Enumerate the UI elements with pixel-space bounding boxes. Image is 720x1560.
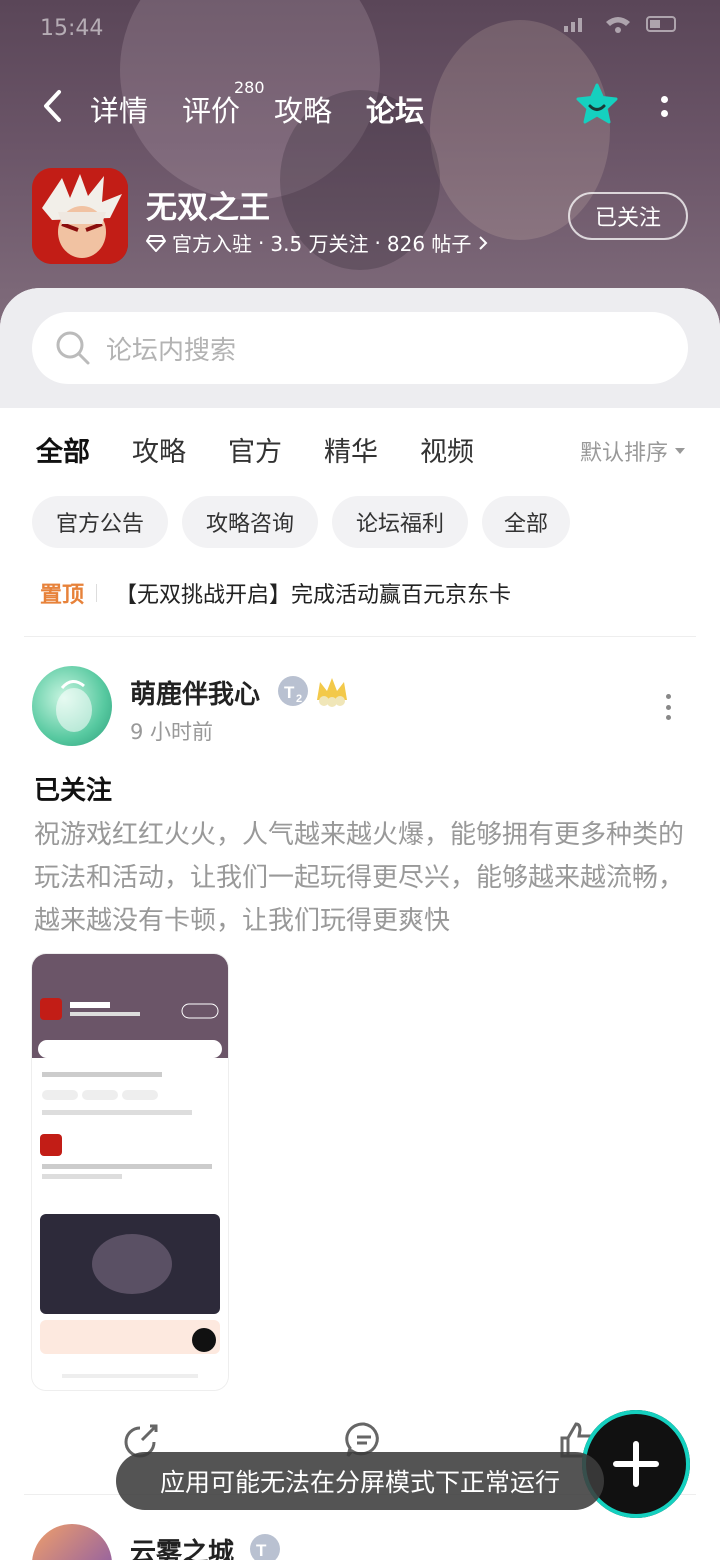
chip-all[interactable]: 全部 [482,496,570,548]
screenshot-thumbnail [32,954,228,1390]
game-meta[interactable]: 官方入驻 · 3.5 万关注 · 826 帖子 [146,228,489,257]
avatar-art [56,680,92,732]
pinned-tag: 置顶 [40,583,85,608]
more-menu-button[interactable] [650,88,678,124]
avatar[interactable] [32,666,112,746]
search-icon [56,331,90,365]
pinned-title: 【无双挑战开启】完成活动赢百元京东卡 [115,583,512,608]
pinned-post[interactable]: 置顶 【无双挑战开启】完成活动赢百元京东卡 [40,578,690,608]
chevron-left-icon [44,90,61,122]
battery-icon [646,16,676,32]
chip-forum-perks[interactable]: 论坛福利 [332,496,468,548]
meta-separator: · [258,230,265,255]
wifi-icon [606,17,630,33]
filter-tab-video[interactable]: 视频 [420,430,474,469]
status-bar: 15:44 [0,0,720,60]
plus-icon [613,1441,659,1487]
followers-count: 3.5 万关注 [270,232,369,256]
signal-icon [564,18,582,32]
tab-guides[interactable]: 攻略 [274,88,332,130]
dot [665,704,671,710]
post-image[interactable] [32,954,228,1390]
chip-guide-help[interactable]: 攻略咨询 [182,496,318,548]
filter-tab-official[interactable]: 官方 [228,430,282,469]
chevron-right-icon [479,235,488,250]
diamond-icon [146,234,166,252]
post-author[interactable]: 萌鹿伴我心 [130,674,260,711]
back-button[interactable] [34,86,70,126]
favorite-button[interactable] [574,82,620,128]
forum-screen: { "status_bar": {"time": "15:44"}, "nav"… [0,0,720,1560]
post-body[interactable]: 祝游戏红红火火，人气越来越火爆，能够拥有更多种类的玩法和活动，让我们一起玩得更尽… [34,814,684,943]
tab-forum[interactable]: 论坛 [364,88,427,136]
filter-tab-label: 全部 [36,437,90,468]
level-icon: T2 [278,676,308,706]
dot [660,109,668,117]
search-input[interactable]: 论坛内搜索 [32,312,688,384]
level-icon: T [250,1534,280,1560]
svg-text:T: T [284,683,295,702]
top-nav: 详情 评价 280 攻略 论坛 [0,70,720,140]
post-time: 9 小时前 [130,720,214,744]
post-author[interactable]: 云雾之城 [130,1532,234,1560]
svg-text:2: 2 [296,693,302,705]
status-time: 15:44 [40,16,104,41]
game-icon-art [32,168,128,264]
split-screen-toast: 应用可能无法在分屏模式下正常运行 [116,1452,604,1510]
tab-forum-label: 论坛 [366,94,425,128]
dot [665,694,671,699]
post-more-button[interactable] [660,694,676,720]
sort-label: 默认排序 [580,441,669,466]
game-icon[interactable] [32,168,128,264]
sort-dropdown[interactable]: 默认排序 [580,435,686,467]
tab-details[interactable]: 详情 [90,88,148,130]
crown-badge [314,674,350,708]
chip-official-notice[interactable]: 官方公告 [32,496,168,548]
follow-button[interactable]: 已关注 [568,192,688,240]
crown-icon [317,678,347,707]
level-badge: T [248,1532,282,1560]
tab-reviews[interactable]: 评价 [182,88,240,130]
divider [24,636,696,637]
verified-label: 官方入驻 [172,232,252,256]
filter-tab-featured[interactable]: 精华 [324,430,378,469]
filter-tab-all[interactable]: 全部 [36,430,90,469]
dot [665,715,671,720]
search-area: 论坛内搜索 [0,288,720,408]
reviews-count-badge: 280 [234,78,265,97]
posts-count: 826 帖子 [386,232,472,256]
star-icon [576,83,618,124]
game-title: 无双之王 [146,190,270,226]
post-title[interactable]: 已关注 [34,770,112,807]
system-icons [562,14,680,34]
svg-text:T: T [256,1541,267,1560]
level-badge: T2 [276,674,310,708]
search-placeholder: 论坛内搜索 [106,335,237,366]
dot [660,95,668,103]
caret-down-icon [675,448,686,454]
pinned-separator [96,584,98,602]
filter-tabs: 全部 攻略 官方 精华 视频 默认排序 [0,430,720,480]
meta-separator: · [374,230,381,255]
filter-tab-guides[interactable]: 攻略 [132,430,186,469]
